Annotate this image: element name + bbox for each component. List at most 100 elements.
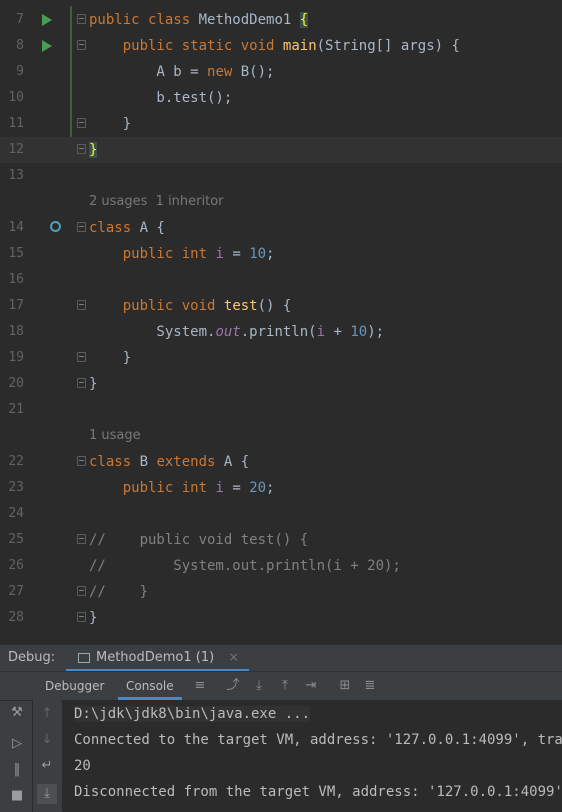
code-token: } [89, 350, 132, 366]
code-token: = [223, 480, 250, 496]
step-into-icon[interactable]: ⤓ [252, 679, 266, 693]
line-number: 7 [16, 12, 24, 27]
console-line: 20 [74, 758, 91, 774]
code-line: 12} [0, 137, 562, 163]
run-to-cursor-icon[interactable]: ⇥ [304, 679, 318, 693]
arrow-up-icon[interactable]: ↑ [39, 706, 55, 722]
debug-session-label: MethodDemo1 (1) [96, 650, 215, 665]
wrench-icon[interactable]: ⚒ [9, 705, 25, 721]
code-line: 20} [0, 371, 562, 397]
line-number: 21 [8, 402, 24, 417]
code-token: A b = [89, 64, 208, 80]
fold-icon[interactable] [77, 378, 86, 388]
tab-console[interactable]: Console [118, 672, 182, 700]
console-line: Connected to the target VM, address: '12… [74, 732, 562, 748]
fold-icon[interactable] [77, 222, 86, 232]
line-number: 22 [8, 454, 24, 469]
debug-tab-bar: Debugger Console ≡ ⤴ ⤓ ⤒ ⇥ ⊞ ≣ [0, 672, 562, 701]
debug-label: Debug: [8, 650, 56, 665]
code-token: void [240, 38, 283, 54]
implemented-icon[interactable] [50, 221, 61, 232]
code-text: b.test(); [89, 85, 232, 111]
run-icon[interactable] [42, 40, 52, 52]
usage-hint[interactable]: 1 usage [89, 423, 141, 449]
line-number: 20 [8, 376, 24, 391]
tab-debugger[interactable]: Debugger [45, 672, 104, 700]
code-token: MethodDemo1 [198, 12, 300, 28]
code-token: } [89, 610, 98, 626]
fold-icon[interactable] [77, 586, 86, 596]
code-token: ; [266, 246, 275, 262]
fold-icon[interactable] [77, 534, 86, 544]
line-number: 24 [8, 506, 24, 521]
inlay-hint-row: 2 usages 1 inheritor [0, 189, 562, 215]
usage-hint[interactable]: 2 usages 1 inheritor [89, 189, 224, 215]
resume-icon[interactable]: ▷ [9, 736, 25, 752]
arrow-down-icon[interactable]: ↓ [39, 732, 55, 748]
fold-icon[interactable] [77, 118, 86, 128]
console-command: D:\jdk\jdk8\bin\java.exe ... [74, 706, 311, 722]
code-line: 23 public int i = 20; [0, 475, 562, 501]
step-out-icon[interactable]: ⤒ [278, 679, 292, 693]
code-token: public [122, 480, 182, 496]
line-number: 28 [8, 610, 24, 625]
code-token: test [223, 298, 258, 314]
code-line: 22 class B extends A { [0, 449, 562, 475]
debug-session-tab[interactable]: MethodDemo1 (1) × [66, 645, 249, 671]
code-token: public [122, 38, 182, 54]
close-icon[interactable]: × [229, 650, 239, 664]
menu-icon[interactable]: ≡ [193, 679, 207, 693]
code-token: } [89, 142, 98, 158]
code-token: out [215, 324, 241, 340]
fold-icon[interactable] [77, 352, 86, 362]
fold-icon[interactable] [77, 456, 86, 466]
soft-wrap-icon[interactable]: ↵ [39, 758, 55, 774]
code-line: 25 // public void test() { [0, 527, 562, 553]
run-icon[interactable] [42, 14, 52, 26]
code-text: System.out.println(i + 10); [89, 319, 384, 345]
code-token: // public void test() { [89, 532, 309, 548]
code-text: } [89, 371, 97, 397]
code-text: // System.out.println(i + 20); [89, 553, 401, 579]
code-token: int [181, 480, 216, 496]
code-text: class B extends A { [89, 449, 249, 475]
code-line: 17 public void test() { [0, 293, 562, 319]
code-token: 2 usages 1 inheritor [89, 194, 224, 209]
code-line: 28} [0, 605, 562, 631]
fold-icon[interactable] [77, 300, 86, 310]
console-output[interactable]: D:\jdk\jdk8\bin\java.exe ... Connected t… [62, 701, 562, 812]
code-token: public [89, 12, 149, 28]
line-number: 16 [8, 272, 24, 287]
fold-icon[interactable] [77, 14, 86, 24]
code-text: public int i = 10; [89, 241, 275, 267]
code-token: 20 [249, 480, 267, 496]
evaluate-icon[interactable]: ⊞ [338, 679, 352, 693]
frames-icon[interactable]: ≣ [363, 679, 377, 693]
code-token: i [316, 324, 326, 340]
pause-icon[interactable]: ‖ [9, 762, 25, 778]
code-token: System. [89, 324, 216, 340]
code-token: int [181, 246, 216, 262]
code-token: // } [89, 584, 149, 600]
fold-icon[interactable] [77, 612, 86, 622]
stop-icon[interactable]: ■ [9, 788, 25, 804]
code-line: 7 public class MethodDemo1 { [0, 7, 562, 33]
scroll-to-end-icon[interactable]: ⤓ [37, 784, 57, 804]
code-text: } [89, 605, 97, 631]
code-editor[interactable]: 7 public class MethodDemo1 {8 public stat… [0, 0, 562, 645]
fold-icon[interactable] [77, 40, 86, 50]
code-token: // System.out.println(i + 20); [89, 558, 401, 574]
code-token: } [89, 116, 132, 132]
fold-icon[interactable] [77, 144, 86, 154]
line-number: 19 [8, 350, 24, 365]
code-token: B(); [240, 64, 275, 80]
step-over-icon[interactable]: ⤴ [226, 679, 240, 693]
line-number: 23 [8, 480, 24, 495]
code-token: + [325, 324, 351, 340]
code-text: public int i = 20; [89, 475, 275, 501]
code-token: 10 [350, 324, 368, 340]
line-number: 9 [16, 64, 24, 79]
